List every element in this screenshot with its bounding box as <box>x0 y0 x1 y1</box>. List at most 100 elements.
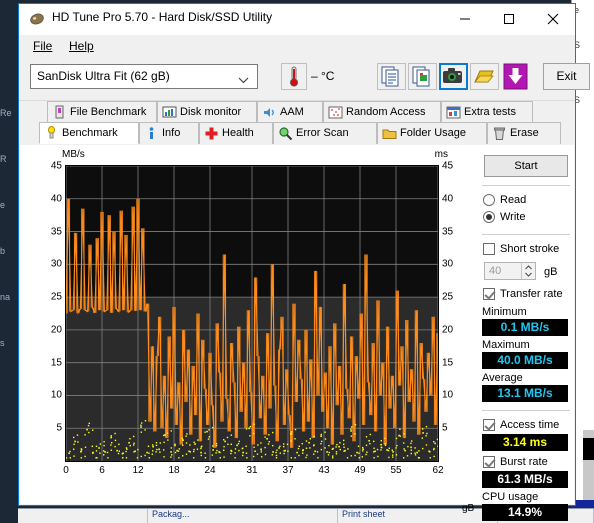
radio-read[interactable]: Read <box>480 192 572 209</box>
thermometer-icon <box>281 63 307 90</box>
tab-label: Erase <box>510 127 539 139</box>
start-button[interactable]: Start <box>484 155 568 177</box>
access-time-value: 3.14 ms <box>482 434 568 451</box>
y-axis-tick-right: 35 <box>442 226 454 238</box>
maximize-button[interactable] <box>487 4 531 33</box>
chevron-down-icon <box>238 73 249 87</box>
y-axis-label-left: MB/s <box>62 149 85 160</box>
short-stroke-value: 40 <box>489 265 502 277</box>
close-button[interactable] <box>531 4 575 33</box>
checkbox-access-time-indicator <box>483 419 495 431</box>
y-axis-tick-right: 5 <box>442 422 448 434</box>
y-axis-tick: 35 <box>50 226 62 238</box>
info-icon <box>144 126 159 141</box>
tab-label: Extra tests <box>464 106 516 118</box>
benchmark-panel: MB/s ms 5 5 10 10 15 15 20 20 25 25 30 30 35 35 40 40 45… <box>20 145 574 521</box>
tab-disk-monitor[interactable]: Disk monitor <box>157 101 257 123</box>
x-axis-tick: 12 <box>132 465 144 476</box>
random-access-icon <box>328 105 343 120</box>
copy-text-icon[interactable] <box>377 63 406 90</box>
y-axis-tick-right: 30 <box>442 258 454 270</box>
control-panel: Start Read Write Short stroke 40 gB Tran… <box>480 149 572 521</box>
tab-bar: File Benchmark Disk monitor AAM Random Acce… <box>19 101 575 146</box>
average-value: 13.1 MB/s <box>482 385 568 402</box>
radio-read-label: Read <box>500 194 527 206</box>
tab-info[interactable]: Info <box>139 122 199 144</box>
tab-label: Random Access <box>346 106 426 118</box>
tab-folder-usage[interactable]: Folder Usage <box>377 122 487 144</box>
checkbox-burst-rate[interactable]: Burst rate <box>480 454 572 471</box>
toolbar: SanDisk Ultra Fit (62 gB) – °C Exit <box>19 57 590 101</box>
health-cross-icon <box>204 126 219 141</box>
exit-button[interactable]: Exit <box>543 63 590 90</box>
download-arrow-icon[interactable] <box>503 62 528 91</box>
menu-item-help[interactable]: Help <box>64 38 99 54</box>
chart-svg <box>65 165 442 461</box>
checkbox-transfer-rate[interactable]: Transfer rate <box>480 286 572 303</box>
benchmark-chart: MB/s ms 5 5 10 10 15 15 20 20 25 25 30 30 35 35 40 40 45… <box>32 149 474 514</box>
copy-image-icon[interactable] <box>408 63 437 90</box>
tab-aam[interactable]: AAM <box>257 101 323 123</box>
y-axis-tick-right: 45 <box>442 160 454 172</box>
x-axis-tick: 18 <box>168 465 180 476</box>
y-axis-tick-right: 40 <box>442 193 454 205</box>
disk-monitor-icon <box>162 105 177 120</box>
x-axis-tick: 31 <box>246 465 258 476</box>
background-column-header: Packag... <box>148 509 338 523</box>
checkbox-burst-rate-indicator <box>483 456 495 468</box>
y-axis-tick-right: 15 <box>442 357 454 369</box>
radio-write-label: Write <box>500 211 526 223</box>
benchmark-icon <box>44 126 59 141</box>
minimize-button[interactable] <box>443 4 487 33</box>
short-stroke-stepper[interactable]: 40 <box>484 262 536 280</box>
tab-random-access[interactable]: Random Access <box>323 101 441 123</box>
cpu-usage-value: 14.9% <box>482 504 568 521</box>
folder-icon <box>382 126 397 141</box>
disk-folder-icon[interactable] <box>470 63 499 90</box>
screenshot-camera-icon[interactable] <box>439 63 468 90</box>
x-axis-unit: gB <box>462 503 475 514</box>
y-axis-tick: 25 <box>50 291 62 303</box>
temperature-readout: – °C <box>311 69 335 83</box>
magnifier-icon <box>278 126 293 141</box>
tab-extra-tests[interactable]: Extra tests <box>441 101 533 123</box>
tab-label: AAM <box>280 106 304 118</box>
tab-file-benchmark[interactable]: File Benchmark <box>47 101 157 123</box>
disk-select-value: SanDisk Ultra Fit (62 gB) <box>37 69 170 83</box>
menu-bar: File Help <box>19 35 575 57</box>
checkbox-access-time[interactable]: Access time <box>480 417 572 434</box>
y-axis-tick: 5 <box>56 422 62 434</box>
hd-tune-window: HD Tune Pro 5.70 - Hard Disk/SSD Utility… <box>18 3 590 521</box>
radio-read-indicator <box>483 194 495 206</box>
x-axis-tick: 6 <box>99 465 105 476</box>
tab-erase[interactable]: Erase <box>487 122 561 144</box>
checkbox-short-stroke-label: Short stroke <box>500 243 560 255</box>
checkbox-access-time-label: Access time <box>500 419 560 431</box>
tab-error-scan[interactable]: Error Scan <box>273 122 377 144</box>
minimum-label: Minimum <box>482 306 527 318</box>
x-axis-tick: 43 <box>318 465 330 476</box>
harddisk-icon <box>29 11 45 27</box>
menu-item-file[interactable]: File <box>28 38 57 54</box>
y-axis-tick-right: 10 <box>442 389 454 401</box>
x-axis-tick: 55 <box>390 465 402 476</box>
disk-select-dropdown[interactable]: SanDisk Ultra Fit (62 gB) <box>30 64 258 89</box>
y-axis-tick: 20 <box>50 324 62 336</box>
file-benchmark-icon <box>52 105 67 120</box>
tab-benchmark[interactable]: Benchmark <box>39 122 139 144</box>
divider <box>482 234 570 235</box>
minimum-value: 0.1 MB/s <box>482 319 568 336</box>
checkbox-short-stroke[interactable]: Short stroke <box>480 241 572 258</box>
maximum-label: Maximum <box>482 339 530 351</box>
burst-rate-value: 61.3 MB/s <box>482 471 568 488</box>
y-axis-tick: 15 <box>50 357 62 369</box>
y-axis-tick: 45 <box>50 160 62 172</box>
stepper-arrows-icon[interactable] <box>521 263 535 279</box>
checkbox-transfer-rate-label: Transfer rate <box>500 288 563 300</box>
radio-write[interactable]: Write <box>480 209 572 226</box>
tab-label: Error Scan <box>296 127 349 139</box>
background-column-header <box>18 509 148 523</box>
x-axis-tick: 62 <box>432 465 444 476</box>
tab-health[interactable]: Health <box>199 122 273 144</box>
y-axis-tick: 30 <box>50 258 62 270</box>
